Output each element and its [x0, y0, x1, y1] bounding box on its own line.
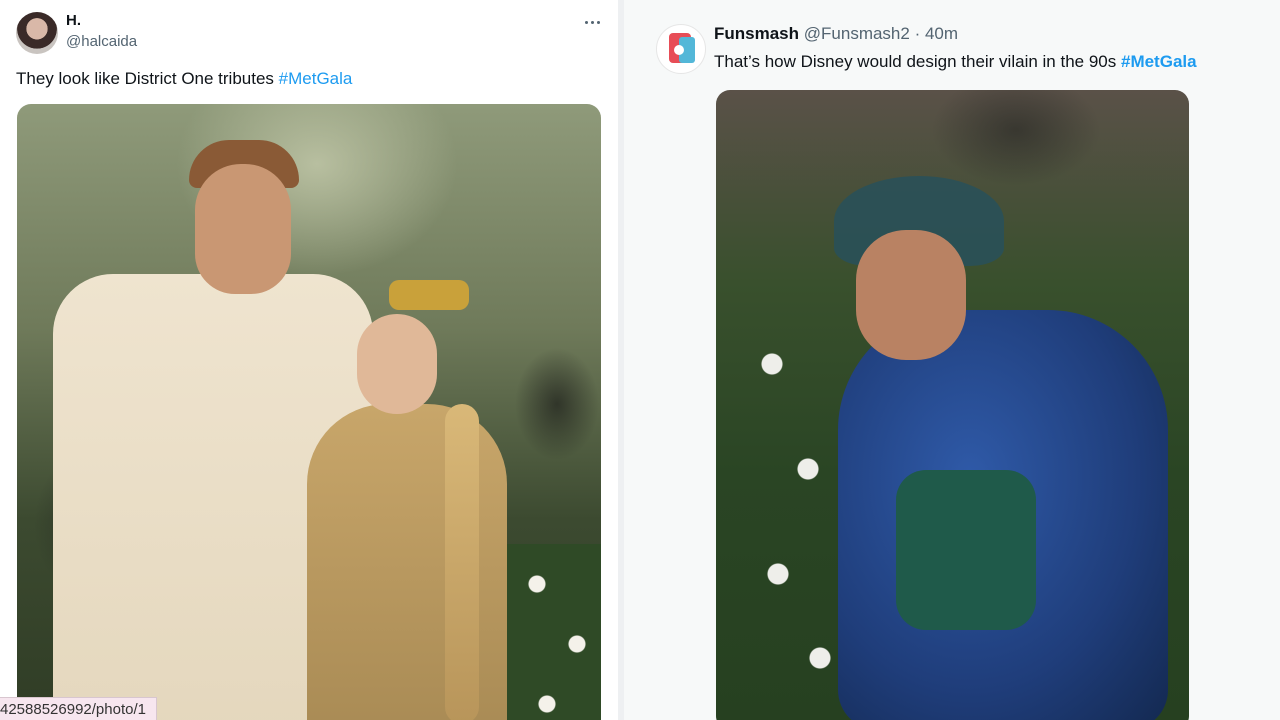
tweet-photo[interactable]	[17, 104, 601, 720]
author-handle[interactable]: @Funsmash2	[804, 24, 910, 43]
tweet-text: They look like District One tributes #Me…	[16, 69, 352, 89]
photo-figure	[389, 280, 469, 310]
photo-figure	[896, 470, 1036, 630]
tweet-left[interactable]: H. @halcaida They look like District One…	[0, 0, 618, 720]
tweet-time[interactable]: · 40m	[915, 24, 958, 43]
photo-background	[507, 544, 601, 720]
author-name[interactable]: Funsmash	[714, 24, 799, 43]
photo-figure	[856, 230, 966, 360]
avatar-funsmash[interactable]	[656, 24, 706, 74]
tweet-right[interactable]: Funsmash @Funsmash2 · 40m That’s how Dis…	[624, 0, 1280, 720]
tweet-body: That’s how Disney would design their vil…	[714, 52, 1117, 71]
hashtag-link[interactable]: #MetGala	[279, 69, 353, 88]
tweet-body: They look like District One tributes	[16, 69, 274, 88]
tweet-header: Funsmash @Funsmash2 · 40m	[714, 24, 958, 44]
status-bar-url: 42588526992/photo/1	[0, 697, 157, 720]
photo-figure	[195, 164, 291, 294]
photo-figure	[357, 314, 437, 414]
author-name[interactable]: H.	[66, 12, 81, 29]
tweet-photo[interactable]	[716, 90, 1189, 720]
hashtag-link[interactable]: #MetGala	[1121, 52, 1197, 71]
author-handle[interactable]: @halcaida	[66, 33, 137, 50]
more-horizontal-icon[interactable]	[580, 12, 604, 32]
avatar-halcaida[interactable]	[16, 12, 58, 54]
tweet-text: That’s how Disney would design their vil…	[714, 52, 1197, 72]
photo-figure	[445, 404, 479, 720]
